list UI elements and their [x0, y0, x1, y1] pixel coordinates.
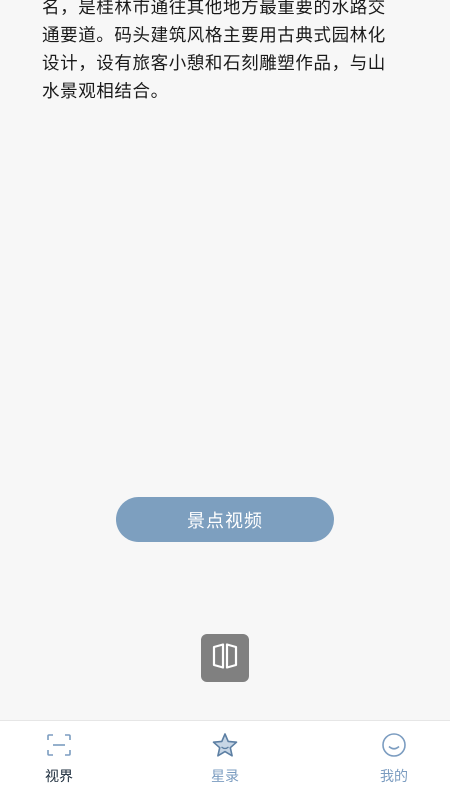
smile-face-icon — [380, 731, 408, 759]
intro-line: 通要道。码头建筑风格主要用古典式园林化 — [42, 26, 386, 46]
intro-line: 名，是桂林市通往其他地方最重要的水路交 — [42, 0, 386, 18]
star-icon — [211, 731, 239, 759]
tab-shijie-label: 视界 — [45, 769, 73, 785]
scan-frame-icon — [45, 731, 73, 759]
book-open-icon — [211, 643, 239, 673]
intro-text: 名，是桂林市通往其他地方最重要的水路交 通要道。码头建筑风格主要用古典式园林化 … — [42, 0, 402, 106]
tab-wode-label: 我的 — [380, 769, 408, 785]
tab-xinglu-label: 星录 — [211, 769, 239, 785]
intro-line: 水景观相结合。 — [42, 82, 169, 102]
intro-line: 设计，设有旅客小憩和石刻雕塑作品，与山 — [42, 54, 386, 74]
tab-wode[interactable]: 我的 — [349, 721, 439, 800]
scenic-video-button-label: 景点视频 — [187, 510, 263, 532]
scenic-video-button[interactable]: 景点视频 — [116, 497, 334, 542]
book-open-button[interactable] — [201, 634, 249, 682]
screen: 名，是桂林市通往其他地方最重要的水路交 通要道。码头建筑风格主要用古典式园林化 … — [0, 0, 450, 800]
tab-xinglu[interactable]: 星录 — [180, 721, 270, 800]
tab-shijie[interactable]: 视界 — [14, 721, 104, 800]
bottom-tab-bar: 视界 星录 我的 — [0, 720, 450, 800]
